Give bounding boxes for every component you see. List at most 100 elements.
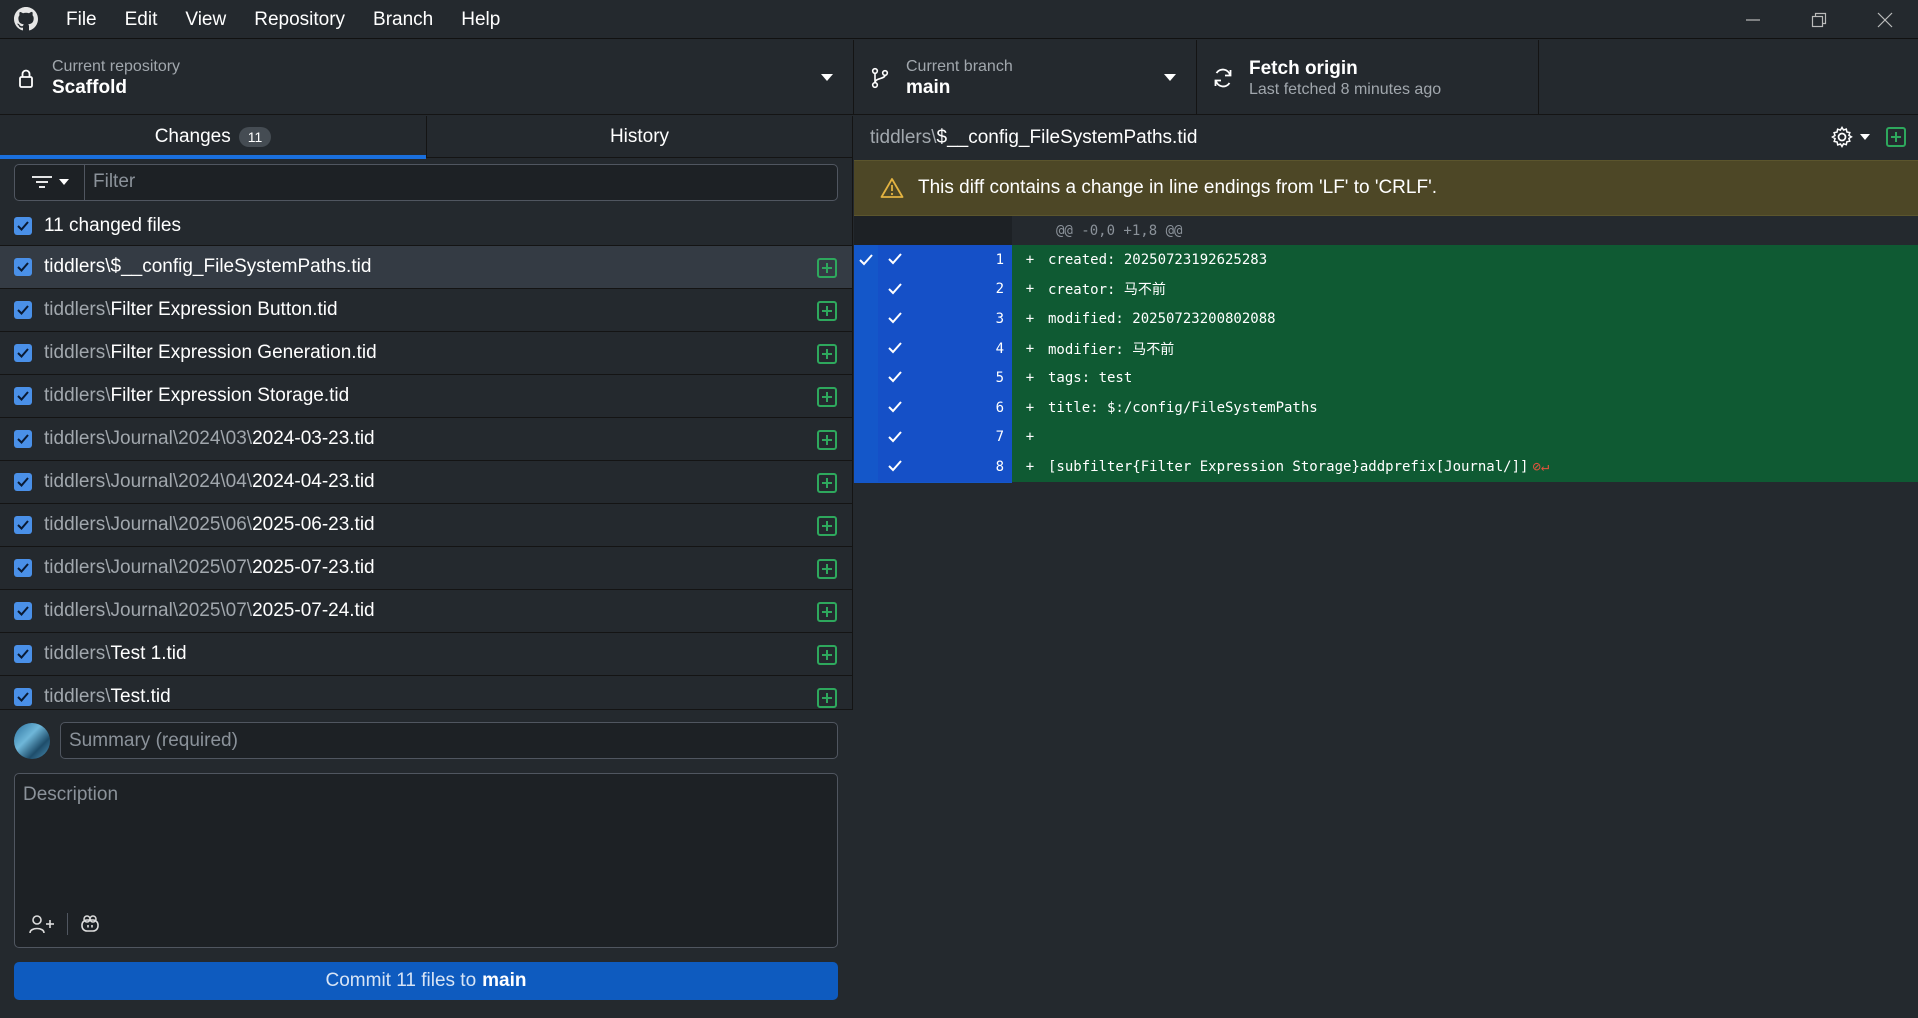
hunk-select-handle[interactable] [854,392,878,423]
hunk-select-handle[interactable] [854,363,878,393]
file-checkbox[interactable] [14,301,32,319]
select-all-checkbox[interactable] [14,216,32,235]
check-icon [17,692,29,702]
menu-help[interactable]: Help [447,0,514,39]
check-icon [17,391,29,401]
hunk-select-handle[interactable] [854,333,878,364]
add-coauthor-icon[interactable] [29,914,55,934]
file-row[interactable]: tiddlers\$__config_FileSystemPaths.tid [0,246,852,289]
tab-history[interactable]: History [426,116,852,158]
file-checkbox[interactable] [14,473,32,491]
file-checkbox[interactable] [14,430,32,448]
file-row[interactable]: tiddlers\Journal\2025\06\2025-06-23.tid [0,504,852,547]
file-checkbox[interactable] [14,559,32,577]
file-row[interactable]: tiddlers\Test.tid [0,676,852,709]
file-row[interactable]: tiddlers\Journal\2024\04\2024-04-23.tid [0,461,852,504]
menu-edit[interactable]: Edit [111,0,172,39]
check-icon [888,342,902,354]
menu-file[interactable]: File [52,0,111,39]
menu-repository[interactable]: Repository [240,0,359,39]
file-added-icon [817,645,837,665]
github-desktop-window: File Edit View Repository Branch Help Cu… [0,0,1918,1018]
line-gutter[interactable]: 8 [878,452,1012,482]
filter-options-button[interactable] [15,164,85,200]
file-basename: Filter Expression Button.tid [110,299,338,320]
filter-input[interactable] [85,164,837,200]
file-row[interactable]: tiddlers\Test 1.tid [0,633,852,676]
avatar[interactable] [14,722,50,759]
commit-description-input[interactable] [15,774,837,904]
diff-view: @@ -0,0 +1,8 @@ 1 + created: 20250723192… [854,216,1918,483]
hunk-select-handle[interactable] [854,245,878,275]
line-sign: + [1025,251,1035,268]
file-row[interactable]: tiddlers\Filter Expression Generation.ti… [0,332,852,375]
diff-settings-button[interactable] [1830,125,1870,149]
line-number: 4 [995,340,1004,357]
current-branch-dropdown[interactable]: Current branch main [854,40,1197,115]
check-icon [17,305,29,315]
line-code: title: $:/config/FileSystemPaths [1048,399,1318,416]
tab-changes[interactable]: Changes 11 [0,116,426,159]
line-gutter[interactable]: 7 [878,422,1012,453]
diff-line[interactable]: 2 + creator: 马不前 [854,274,1918,305]
diff-line[interactable]: 1 + created: 20250723192625283 [854,245,1918,275]
line-gutter[interactable]: 5 [878,363,1012,393]
file-row[interactable]: tiddlers\Journal\2025\07\2025-07-24.tid [0,590,852,633]
file-checkbox[interactable] [14,688,32,706]
diff-line[interactable]: 5 + tags: test [854,363,1918,393]
fetch-origin-button[interactable]: Fetch origin Last fetched 8 minutes ago [1197,40,1539,115]
diff-line[interactable]: 8 + [subfilter{Filter Expression Storage… [854,452,1918,482]
diff-file-name: $__config_FileSystemPaths.tid [936,127,1198,148]
select-all-row: 11 changed files [0,206,852,246]
line-gutter[interactable]: 4 [878,333,1012,364]
file-checkbox[interactable] [14,516,32,534]
diff-line[interactable]: 7 + [854,422,1918,453]
line-gutter[interactable]: 1 [878,245,1012,275]
close-button[interactable] [1852,0,1918,39]
minimize-button[interactable] [1720,0,1786,39]
diff-line[interactable]: 6 + title: $:/config/FileSystemPaths [854,392,1918,423]
line-number: 8 [995,458,1004,475]
line-gutter[interactable]: 3 [878,304,1012,334]
diff-line[interactable]: 3 + modified: 20250723200802088 [854,304,1918,334]
commit-button[interactable]: Commit 11 files to main [14,962,838,1000]
file-row[interactable]: tiddlers\Journal\2024\03\2024-03-23.tid [0,418,852,461]
check-icon [888,282,902,295]
line-gutter[interactable]: 6 [878,392,1012,423]
title-bar: File Edit View Repository Branch Help [0,0,1918,39]
line-code: creator: 马不前 [1048,282,1166,299]
hunk-select-handle[interactable] [854,304,878,334]
hunk-select-handle[interactable] [854,452,878,482]
commit-summary-input[interactable] [60,722,838,759]
menu-view[interactable]: View [171,0,240,39]
diff-line[interactable]: 4 + modifier: 马不前 [854,333,1918,364]
menu-branch[interactable]: Branch [359,0,447,39]
file-row[interactable]: tiddlers\Filter Expression Button.tid [0,289,852,332]
current-repository-dropdown[interactable]: Current repository Scaffold [0,40,854,115]
changes-sidebar: Changes 11 History 11 changed files [0,116,853,1018]
check-icon [888,460,902,472]
changed-files-list: tiddlers\$__config_FileSystemPaths.tid t… [0,246,852,709]
line-gutter[interactable]: 2 [878,274,1012,305]
restore-button[interactable] [1786,0,1852,39]
file-checkbox[interactable] [14,645,32,663]
copilot-icon[interactable] [80,915,100,933]
file-checkbox[interactable] [14,387,32,405]
file-row[interactable]: tiddlers\Filter Expression Storage.tid [0,375,852,418]
hunk-select-handle[interactable] [854,422,878,453]
file-checkbox[interactable] [14,344,32,362]
sidebar-tabs: Changes 11 History [0,116,852,159]
file-checkbox[interactable] [14,258,32,276]
check-icon [888,401,902,413]
check-icon [17,606,29,616]
diff-end-rule [854,481,1012,483]
commit-form: Commit 11 files to main [0,709,853,1018]
file-checkbox[interactable] [14,602,32,620]
hunk-select-handle[interactable] [854,274,878,305]
file-added-icon [817,301,837,321]
last-fetched-text: Last fetched 8 minutes ago [1249,80,1442,98]
file-row[interactable]: tiddlers\Journal\2025\07\2025-07-23.tid [0,547,852,590]
description-tools [29,913,100,935]
commit-button-label: Commit 11 files to [325,970,477,991]
file-dir: tiddlers\ [44,686,111,707]
